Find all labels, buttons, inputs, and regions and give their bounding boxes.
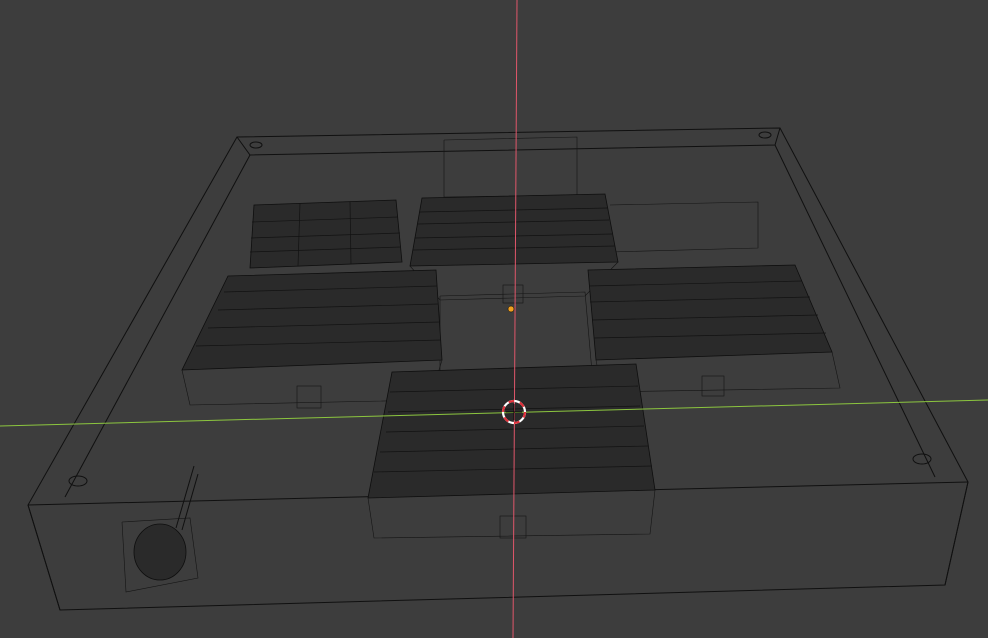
building-south-roof (367, 363, 656, 499)
corner-post-ne (758, 131, 772, 139)
building-east-roof (587, 264, 833, 361)
building-north[interactable] (409, 193, 619, 304)
corner-post-nw (249, 141, 263, 149)
back-wall-box (443, 136, 578, 198)
corner-post-sw (68, 475, 88, 487)
courtyard-outline (439, 291, 593, 377)
y-axis-line (512, 0, 518, 638)
small-complex-northwest[interactable] (249, 199, 403, 269)
building-south-stair (499, 515, 527, 539)
building-south[interactable] (367, 363, 656, 539)
building-north-roof (409, 193, 619, 267)
viewport-canvas[interactable] (0, 0, 988, 638)
east-wall-box (609, 201, 759, 253)
object-origin-dot (507, 305, 515, 313)
building-west-stair (296, 385, 322, 409)
ornament-rod-2 (181, 473, 199, 531)
base-frame-front-right (944, 481, 969, 586)
base-frame-front-left (27, 504, 61, 611)
building-north-base (409, 261, 619, 301)
building-east-stair (701, 375, 725, 397)
3d-cursor-icon[interactable] (501, 399, 527, 425)
3d-viewport[interactable] (0, 0, 988, 638)
building-west-roof (181, 269, 443, 371)
corner-post-se (912, 453, 932, 465)
ornament-southwest[interactable] (121, 465, 199, 593)
ornament-sphere (133, 523, 187, 581)
